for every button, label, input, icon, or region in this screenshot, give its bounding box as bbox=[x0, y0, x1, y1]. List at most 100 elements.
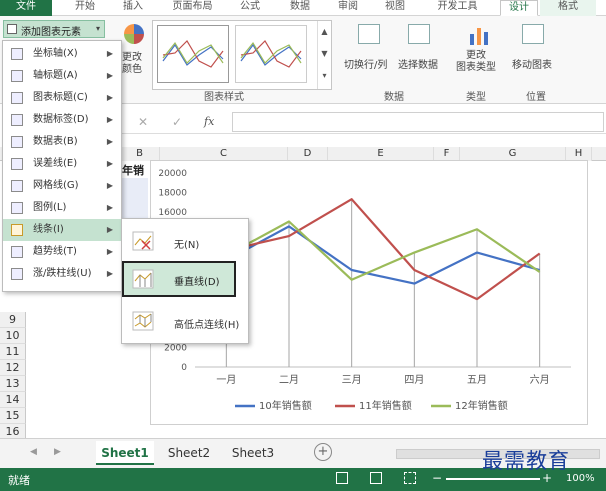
change-colors-button[interactable]: 更改 颜色 bbox=[118, 22, 150, 82]
row-header[interactable]: 13 bbox=[0, 376, 26, 392]
menu-item-label: 趋势线(T) bbox=[33, 246, 77, 257]
change-colors-label: 更改 颜色 bbox=[122, 52, 142, 75]
sheet-tab-sheet3[interactable]: Sheet3 bbox=[224, 441, 282, 465]
menu-item-label: 线条(I) bbox=[33, 224, 64, 235]
menu-item-gridlines[interactable]: 网格线(G) ▶ bbox=[3, 175, 121, 197]
change-chart-type-button[interactable]: 更改 图表类型 bbox=[454, 22, 504, 84]
y-tick-label: 18000 bbox=[158, 188, 187, 198]
menu-item-axis-titles[interactable]: 轴标题(A) ▶ bbox=[3, 65, 121, 87]
row-header[interactable]: 15 bbox=[0, 408, 26, 424]
watermark-text: 最需教育 bbox=[482, 449, 570, 473]
lines-icon bbox=[11, 224, 23, 236]
submenu-item-label: 无(N) bbox=[174, 240, 200, 251]
tab-home[interactable]: 开始 bbox=[70, 0, 100, 16]
error-bars-icon bbox=[11, 158, 23, 170]
move-chart-icon bbox=[522, 24, 544, 44]
add-chart-element-button[interactable]: 添加图表元素 ▾ bbox=[3, 20, 105, 38]
switch-row-column-button[interactable]: 切换行/列 bbox=[344, 22, 396, 82]
type-group-label: 类型 bbox=[466, 92, 486, 103]
submenu-item-none[interactable]: 无(N) bbox=[126, 225, 246, 259]
page-break-view-icon[interactable] bbox=[404, 472, 416, 484]
menu-item-axes[interactable]: 坐标轴(X) ▶ bbox=[3, 43, 121, 65]
row-header[interactable]: 12 bbox=[0, 360, 26, 376]
x-tick-label: 四月 bbox=[404, 374, 424, 386]
menu-item-error-bars[interactable]: 误差线(E) ▶ bbox=[3, 153, 121, 175]
enter-icon[interactable]: ✓ bbox=[172, 115, 182, 129]
menu-item-label: 数据标签(D) bbox=[33, 114, 89, 125]
row-header[interactable]: 14 bbox=[0, 392, 26, 408]
menu-item-data-labels[interactable]: 数据标签(D) ▶ bbox=[3, 109, 121, 131]
zoom-out-icon[interactable]: − bbox=[432, 471, 442, 485]
tab-design[interactable]: 设计 bbox=[500, 0, 538, 16]
cancel-icon[interactable]: ✕ bbox=[138, 115, 148, 129]
insert-function-icon[interactable]: fx bbox=[204, 115, 214, 128]
x-tick-label: 三月 bbox=[342, 374, 362, 386]
chevron-right-icon: ▶ bbox=[106, 93, 113, 102]
sheet-tab-sheet2[interactable]: Sheet2 bbox=[160, 441, 218, 465]
menu-item-label: 误差线(E) bbox=[33, 158, 78, 169]
x-tick-label: 二月 bbox=[279, 374, 299, 386]
scroll-left-icon[interactable]: ◀ bbox=[30, 447, 37, 457]
row-header[interactable]: 11 bbox=[0, 344, 26, 360]
axis-title-icon bbox=[11, 70, 23, 82]
gallery-scroll[interactable]: ▲ ▼ ▾ bbox=[317, 21, 331, 89]
x-tick-label: 一月 bbox=[216, 374, 236, 386]
tab-format[interactable]: 格式 bbox=[540, 0, 596, 16]
y-tick-label: 0 bbox=[181, 363, 187, 373]
tab-review[interactable]: 审阅 bbox=[333, 0, 363, 16]
chevron-right-icon: ▶ bbox=[106, 225, 113, 234]
tab-file[interactable]: 文件 bbox=[0, 0, 52, 16]
sheet-tab-sheet1[interactable]: Sheet1 bbox=[96, 441, 154, 465]
series-line bbox=[226, 198, 541, 301]
menu-item-chart-title[interactable]: 图表标题(C) ▶ bbox=[3, 87, 121, 109]
x-tick-label: 六月 bbox=[530, 374, 550, 386]
tab-developer[interactable]: 开发工具 bbox=[430, 0, 485, 16]
select-data-button[interactable]: 选择数据 bbox=[398, 22, 444, 82]
submenu-item-label: 垂直线(D) bbox=[174, 277, 220, 288]
tab-data[interactable]: 数据 bbox=[285, 0, 315, 16]
menu-item-label: 轴标题(A) bbox=[33, 70, 78, 81]
menu-item-label: 图表标题(C) bbox=[33, 92, 88, 103]
column-header[interactable]: F bbox=[434, 147, 460, 161]
menu-item-data-table[interactable]: 数据表(B) ▶ bbox=[3, 131, 121, 153]
change-chart-type-label: 更改 图表类型 bbox=[456, 50, 496, 73]
chart-style-thumb-2[interactable] bbox=[235, 25, 307, 83]
scroll-right-icon[interactable]: ▶ bbox=[54, 447, 61, 457]
tab-formulas[interactable]: 公式 bbox=[235, 0, 265, 16]
column-header[interactable]: G bbox=[460, 147, 566, 161]
page-layout-view-icon[interactable] bbox=[370, 472, 382, 484]
column-header[interactable]: C bbox=[160, 147, 288, 161]
legend-label: 10年销售额 bbox=[259, 399, 312, 412]
tab-view[interactable]: 视图 bbox=[380, 0, 410, 16]
normal-view-icon[interactable] bbox=[336, 472, 348, 484]
switch-row-column-icon bbox=[358, 24, 380, 44]
column-header[interactable]: D bbox=[288, 147, 328, 161]
formula-input[interactable] bbox=[232, 112, 604, 132]
tab-page-layout[interactable]: 页面布局 bbox=[165, 0, 220, 16]
none-lines-icon bbox=[132, 231, 154, 251]
data-group-label: 数据 bbox=[384, 92, 404, 103]
menu-item-label: 数据表(B) bbox=[33, 136, 78, 147]
column-header[interactable]: E bbox=[328, 147, 434, 161]
chart-styles-gallery[interactable]: ▲ ▼ ▾ bbox=[152, 20, 332, 90]
add-sheet-icon[interactable]: + bbox=[314, 443, 332, 461]
trendline-icon bbox=[11, 246, 23, 258]
menu-item-lines[interactable]: 线条(I) ▶ bbox=[3, 219, 121, 241]
row-header[interactable]: 9 bbox=[0, 312, 26, 328]
chevron-right-icon: ▶ bbox=[106, 49, 113, 58]
tab-insert[interactable]: 插入 bbox=[118, 0, 148, 16]
y-tick-label: 20000 bbox=[158, 169, 187, 179]
chart-style-thumb-1[interactable] bbox=[157, 25, 229, 83]
submenu-item-high-low-lines[interactable]: 高低点连线(H) bbox=[126, 305, 246, 339]
column-header[interactable]: B bbox=[120, 147, 160, 161]
chevron-right-icon: ▶ bbox=[106, 159, 113, 168]
submenu-item-drop-lines[interactable]: 垂直线(D) bbox=[122, 261, 236, 297]
column-header[interactable]: H bbox=[566, 147, 592, 161]
menu-item-label: 图例(L) bbox=[33, 202, 67, 213]
menu-item-legend[interactable]: 图例(L) ▶ bbox=[3, 197, 121, 219]
menu-item-trendline[interactable]: 趋势线(T) ▶ bbox=[3, 241, 121, 263]
move-chart-button[interactable]: 移动图表 bbox=[512, 22, 558, 82]
zoom-slider[interactable] bbox=[446, 478, 540, 480]
row-header[interactable]: 10 bbox=[0, 328, 26, 344]
menu-item-up-down-bars[interactable]: 涨/跌柱线(U) ▶ bbox=[3, 263, 121, 285]
